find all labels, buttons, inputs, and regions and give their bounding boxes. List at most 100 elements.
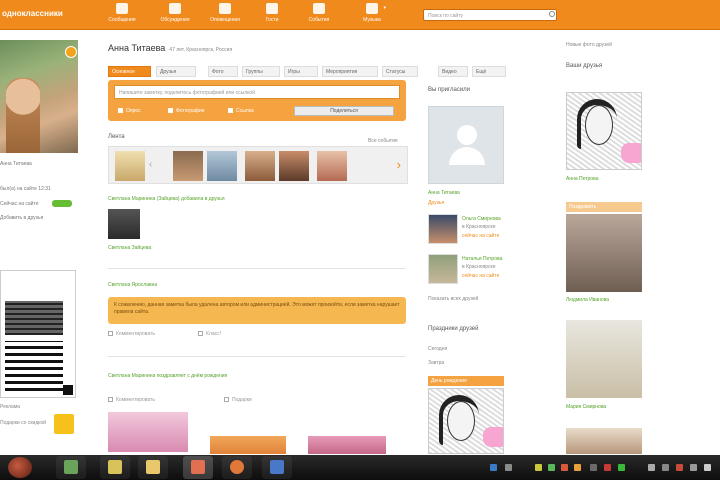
tab-friends[interactable]: Друзья xyxy=(156,66,196,77)
feed-caption[interactable]: Светлана Маринина (Зайцева) добавила в д… xyxy=(108,196,225,202)
gift-icon xyxy=(224,397,229,403)
tab-photos[interactable]: Фото xyxy=(208,66,238,77)
tab-more[interactable]: Ещё xyxy=(472,66,506,77)
chevron-left-icon[interactable]: ‹ xyxy=(149,159,152,170)
taskbar-app[interactable] xyxy=(56,456,86,479)
friend-item[interactable]: Ольга Смирнова в Красноярске сейчас на с… xyxy=(428,214,528,248)
add-friend-link[interactable]: Добавить в друзья xyxy=(0,215,80,221)
taskbar-app[interactable] xyxy=(262,456,292,479)
profile-photo[interactable] xyxy=(0,40,78,153)
holiday-tag[interactable]: День рождения xyxy=(428,376,504,386)
group-link[interactable]: Светлана Ярославна xyxy=(108,282,157,288)
tab-video[interactable]: Видео xyxy=(438,66,468,77)
comment-button[interactable]: Комментировать xyxy=(108,331,155,337)
tab-events[interactable]: Мероприятия xyxy=(322,66,378,77)
tray-icon[interactable] xyxy=(618,464,625,471)
invited-name[interactable]: Анна Титаева xyxy=(428,190,460,196)
right-top-link[interactable]: Новые фото друзей xyxy=(566,42,612,48)
nav-alerts[interactable]: Оповещения xyxy=(205,3,245,23)
feed-all-link[interactable]: Все события xyxy=(368,138,398,144)
photo-thumb[interactable] xyxy=(279,151,309,181)
nav-events[interactable]: События xyxy=(299,3,339,23)
star-icon xyxy=(313,3,325,14)
taskbar-app[interactable] xyxy=(222,456,252,479)
tray-icon[interactable] xyxy=(490,464,497,471)
like-button[interactable]: Класс! xyxy=(198,331,221,337)
photo-button[interactable]: Фотография xyxy=(168,108,205,114)
tray-icon[interactable] xyxy=(505,464,512,471)
profile-subtitle: 47 лет, Красноярск, Россия xyxy=(169,47,233,53)
friend-item[interactable]: Наталья Петрова в Красноярске сейчас на … xyxy=(428,254,528,288)
nav-guests[interactable]: Гости xyxy=(252,3,292,23)
gifts-button[interactable]: Подарки xyxy=(224,397,252,403)
photo-thumb[interactable] xyxy=(245,151,275,181)
poll-button[interactable]: Опрос xyxy=(118,108,141,114)
ad-banner[interactable] xyxy=(0,270,76,398)
tab-groups[interactable]: Группы xyxy=(242,66,280,77)
comment-button-2[interactable]: Комментировать xyxy=(108,397,155,403)
holiday-card[interactable] xyxy=(428,388,504,454)
feed-image[interactable] xyxy=(308,436,386,454)
tray-icon[interactable] xyxy=(574,464,581,471)
congratulate-tag[interactable]: Поздравить xyxy=(566,202,642,212)
app-icon xyxy=(270,460,284,474)
status-input[interactable]: Напишите заметку, поделитесь фотографией… xyxy=(114,85,400,99)
photo-thumb[interactable] xyxy=(207,151,237,181)
volume-icon[interactable] xyxy=(662,464,669,471)
tab-games[interactable]: Игры xyxy=(284,66,318,77)
friend-photo[interactable] xyxy=(566,428,642,454)
holidays-title: Праздники друзей xyxy=(428,326,479,332)
site-logo[interactable]: одноклассники xyxy=(2,9,63,18)
profile-name-short: Анна Титаева xyxy=(0,161,32,167)
photo-thumb[interactable] xyxy=(317,151,347,181)
envelope-icon xyxy=(116,3,128,14)
invited-sub: Друзья xyxy=(428,200,445,206)
tray-icon[interactable] xyxy=(548,464,555,471)
taskbar-app[interactable] xyxy=(100,456,130,479)
feed-image[interactable] xyxy=(108,412,188,452)
friend-caption[interactable]: Анна Петрова xyxy=(566,176,598,182)
nav-messages[interactable]: Сообщения xyxy=(102,3,142,23)
share-button[interactable]: Поделиться xyxy=(294,106,394,116)
link-button[interactable]: Ссылка xyxy=(228,108,254,114)
tab-main[interactable]: Основное xyxy=(108,66,151,77)
chevron-right-icon[interactable]: › xyxy=(397,157,401,172)
bell-icon xyxy=(219,3,231,14)
friend-photo[interactable] xyxy=(566,214,642,292)
ad-label: Реклама xyxy=(0,404,21,410)
nav-discussions[interactable]: Обсуждения xyxy=(155,3,195,23)
chevron-down-icon[interactable]: ▾ xyxy=(383,5,386,11)
tab-statuses[interactable]: Статусы xyxy=(382,66,418,77)
friend-photo[interactable] xyxy=(566,92,642,170)
search-icon[interactable] xyxy=(549,11,555,17)
tray-icon[interactable] xyxy=(535,464,542,471)
folder-icon xyxy=(108,460,122,474)
gift-icon xyxy=(54,414,74,434)
friend-photo[interactable] xyxy=(566,320,642,398)
photo-thumb[interactable] xyxy=(115,151,145,181)
promo-block[interactable]: Подарки со скидкой xyxy=(0,414,76,440)
friend-caption[interactable]: Мария Смирнова xyxy=(566,404,606,410)
friend-caption[interactable]: Людмила Иванова xyxy=(566,297,609,303)
network-icon[interactable] xyxy=(648,464,655,471)
taskbar-app[interactable] xyxy=(183,456,213,479)
feed-caption-2[interactable]: Светлана Маринина поздравляет с днём рож… xyxy=(108,372,398,380)
start-button[interactable] xyxy=(8,457,32,478)
feed-user-link[interactable]: Светлана Зайцева xyxy=(108,245,151,251)
all-friends-link[interactable]: Показать всех друзей xyxy=(428,296,478,302)
photo-thumb[interactable] xyxy=(173,151,203,181)
feed-thumb[interactable] xyxy=(108,209,140,239)
hearts-icon xyxy=(621,143,641,163)
avatar-placeholder[interactable] xyxy=(428,106,504,184)
tray-icon[interactable] xyxy=(561,464,568,471)
tray-icon[interactable] xyxy=(604,464,611,471)
profile-name: Анна Титаева 47 лет, Красноярск, Россия xyxy=(108,43,233,53)
feed-image[interactable] xyxy=(210,436,286,454)
tray-icon[interactable] xyxy=(590,464,597,471)
avatar xyxy=(428,214,458,244)
taskbar-app[interactable] xyxy=(138,456,168,479)
tray-icon[interactable] xyxy=(676,464,683,471)
nav-music[interactable]: Музыка ▾ xyxy=(352,3,392,23)
tray-icon[interactable] xyxy=(690,464,697,471)
tray-icon[interactable] xyxy=(704,464,711,471)
